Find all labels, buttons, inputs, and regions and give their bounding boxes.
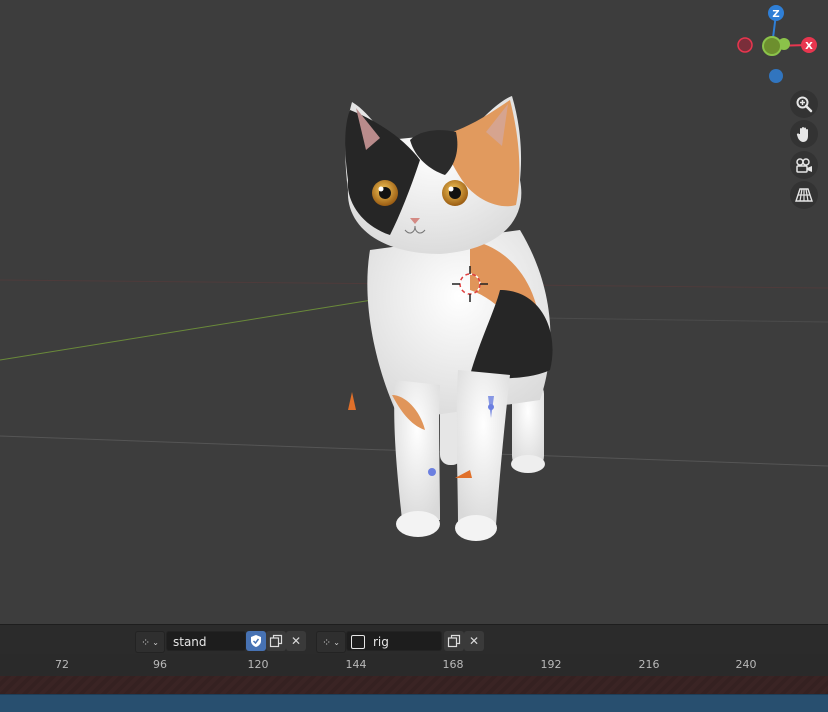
- slot-name-text: rig: [373, 635, 389, 649]
- frame-tick: 120: [247, 658, 269, 671]
- zoom-button[interactable]: [790, 90, 818, 118]
- scene-canvas[interactable]: [0, 0, 828, 624]
- pan-button[interactable]: [790, 120, 818, 148]
- zoom-icon: [796, 96, 813, 113]
- perspective-toggle-button[interactable]: [790, 181, 818, 209]
- armature-object-icon: [351, 635, 365, 649]
- action-keyframe-icon: ⁘: [141, 635, 151, 649]
- fake-user-button[interactable]: [246, 631, 266, 651]
- 3d-viewport[interactable]: Z X: [0, 0, 828, 624]
- frame-tick: 72: [55, 658, 69, 671]
- duplicate-slot-button[interactable]: [444, 631, 464, 651]
- close-icon: ✕: [468, 634, 480, 648]
- chevron-down-icon: ⌄: [152, 637, 159, 647]
- frame-tick: 240: [735, 658, 757, 671]
- unlink-action-button[interactable]: ✕: [286, 631, 306, 651]
- slot-name-field[interactable]: rig: [346, 631, 442, 651]
- chevron-down-icon: ⌄: [333, 637, 340, 647]
- slot-icon: ⁘: [322, 635, 332, 649]
- close-icon: ✕: [290, 634, 302, 648]
- camera-view-button[interactable]: [790, 151, 818, 179]
- x-axis-label: X: [805, 41, 813, 52]
- camera-icon: [796, 158, 812, 173]
- neg-z-handle[interactable]: [769, 69, 783, 83]
- timeline-ruler[interactable]: 72 96 120 144 168 192 216 240: [0, 654, 828, 676]
- action-name-field[interactable]: stand: [166, 631, 246, 651]
- action-type-dropdown[interactable]: ⁘ ⌄: [135, 631, 165, 653]
- action-track-strip[interactable]: [0, 694, 828, 712]
- frame-tick: 144: [345, 658, 367, 671]
- frame-tick: 216: [638, 658, 660, 671]
- unlink-slot-button[interactable]: ✕: [464, 631, 484, 651]
- calico-cat-model[interactable]: [345, 96, 553, 541]
- axis-gizmo[interactable]: Z X: [730, 0, 828, 92]
- neg-y-handle[interactable]: [762, 36, 782, 56]
- nla-track-strip[interactable]: [0, 676, 828, 694]
- hand-icon: [796, 127, 808, 142]
- duplicate-action-button[interactable]: [266, 631, 286, 651]
- neg-x-handle[interactable]: [737, 37, 753, 53]
- shield-icon: [251, 635, 261, 647]
- bone-marker[interactable]: [348, 392, 356, 410]
- duplicate-icon: [269, 634, 283, 648]
- frame-tick: 168: [442, 658, 464, 671]
- frame-tick: 192: [540, 658, 562, 671]
- frame-tick: 96: [153, 658, 167, 671]
- perspective-grid-icon: [795, 188, 813, 202]
- duplicate-icon: [447, 634, 461, 648]
- action-editor-header: ⁘ ⌄ stand ✕ ⁘ ⌄ rig ✕: [0, 624, 828, 655]
- z-axis-label: Z: [772, 9, 779, 20]
- slot-type-dropdown[interactable]: ⁘ ⌄: [316, 631, 346, 653]
